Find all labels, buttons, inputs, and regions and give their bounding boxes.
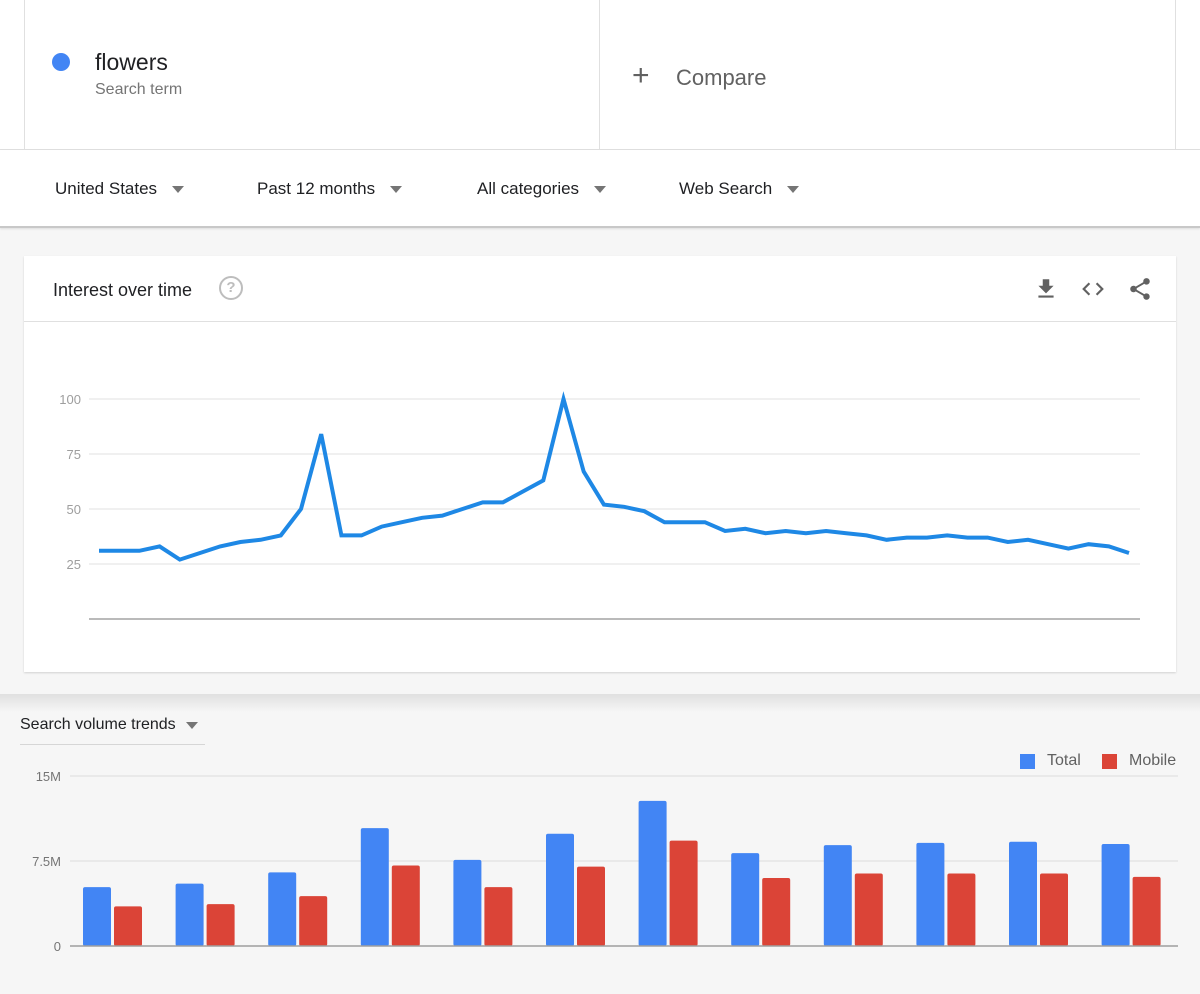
bar-mobile xyxy=(299,896,328,946)
bar-total xyxy=(638,800,667,946)
bar-mobile xyxy=(1040,873,1068,946)
bar-total xyxy=(175,883,204,946)
bar-mobile xyxy=(577,866,605,946)
y-tick-label: 100 xyxy=(59,392,81,407)
bar-total xyxy=(823,845,852,946)
legend-label: Mobile xyxy=(1129,752,1177,769)
bar-total xyxy=(916,842,945,946)
bar-total xyxy=(453,859,482,946)
bar-total xyxy=(731,853,760,946)
legend-label: Total xyxy=(1047,752,1081,769)
y-tick-label: 0 xyxy=(54,939,61,954)
bar-mobile xyxy=(484,887,513,946)
bar-total xyxy=(546,833,574,946)
y-tick-label: 50 xyxy=(67,502,81,517)
bar-mobile xyxy=(854,873,883,946)
bar-total xyxy=(1009,841,1037,946)
legend-swatch-mobile xyxy=(1102,753,1117,769)
search-volume-title: Search volume trends xyxy=(20,716,176,733)
bar-total xyxy=(1101,844,1130,946)
section-divider xyxy=(0,694,1200,712)
bar-mobile xyxy=(1132,876,1161,946)
bar-mobile xyxy=(947,873,976,946)
search-volume-dropdown[interactable]: Search volume trends xyxy=(20,716,198,734)
bar-mobile xyxy=(669,840,698,946)
dropdown-underline xyxy=(20,744,205,745)
legend-swatch-total xyxy=(1020,753,1035,769)
y-tick-label: 75 xyxy=(67,447,81,462)
interest-line-chart: 25 50 75 100 xyxy=(59,391,1140,620)
bar-mobile xyxy=(391,865,420,946)
series-line-flowers xyxy=(99,391,1130,562)
legend-mobile: Mobile xyxy=(1102,752,1176,770)
dropdown-arrow-icon xyxy=(185,721,198,729)
legend-total: Total xyxy=(1020,752,1081,770)
bar-total xyxy=(360,828,389,946)
y-tick-label: 15M xyxy=(36,769,61,784)
bar-mobile xyxy=(114,906,142,946)
bar-total xyxy=(83,887,111,946)
bar-mobile xyxy=(762,878,791,946)
y-tick-label: 25 xyxy=(67,557,81,572)
bar-mobile xyxy=(206,904,235,946)
y-tick-label: 7.5M xyxy=(32,854,61,869)
bar-total xyxy=(268,872,297,946)
